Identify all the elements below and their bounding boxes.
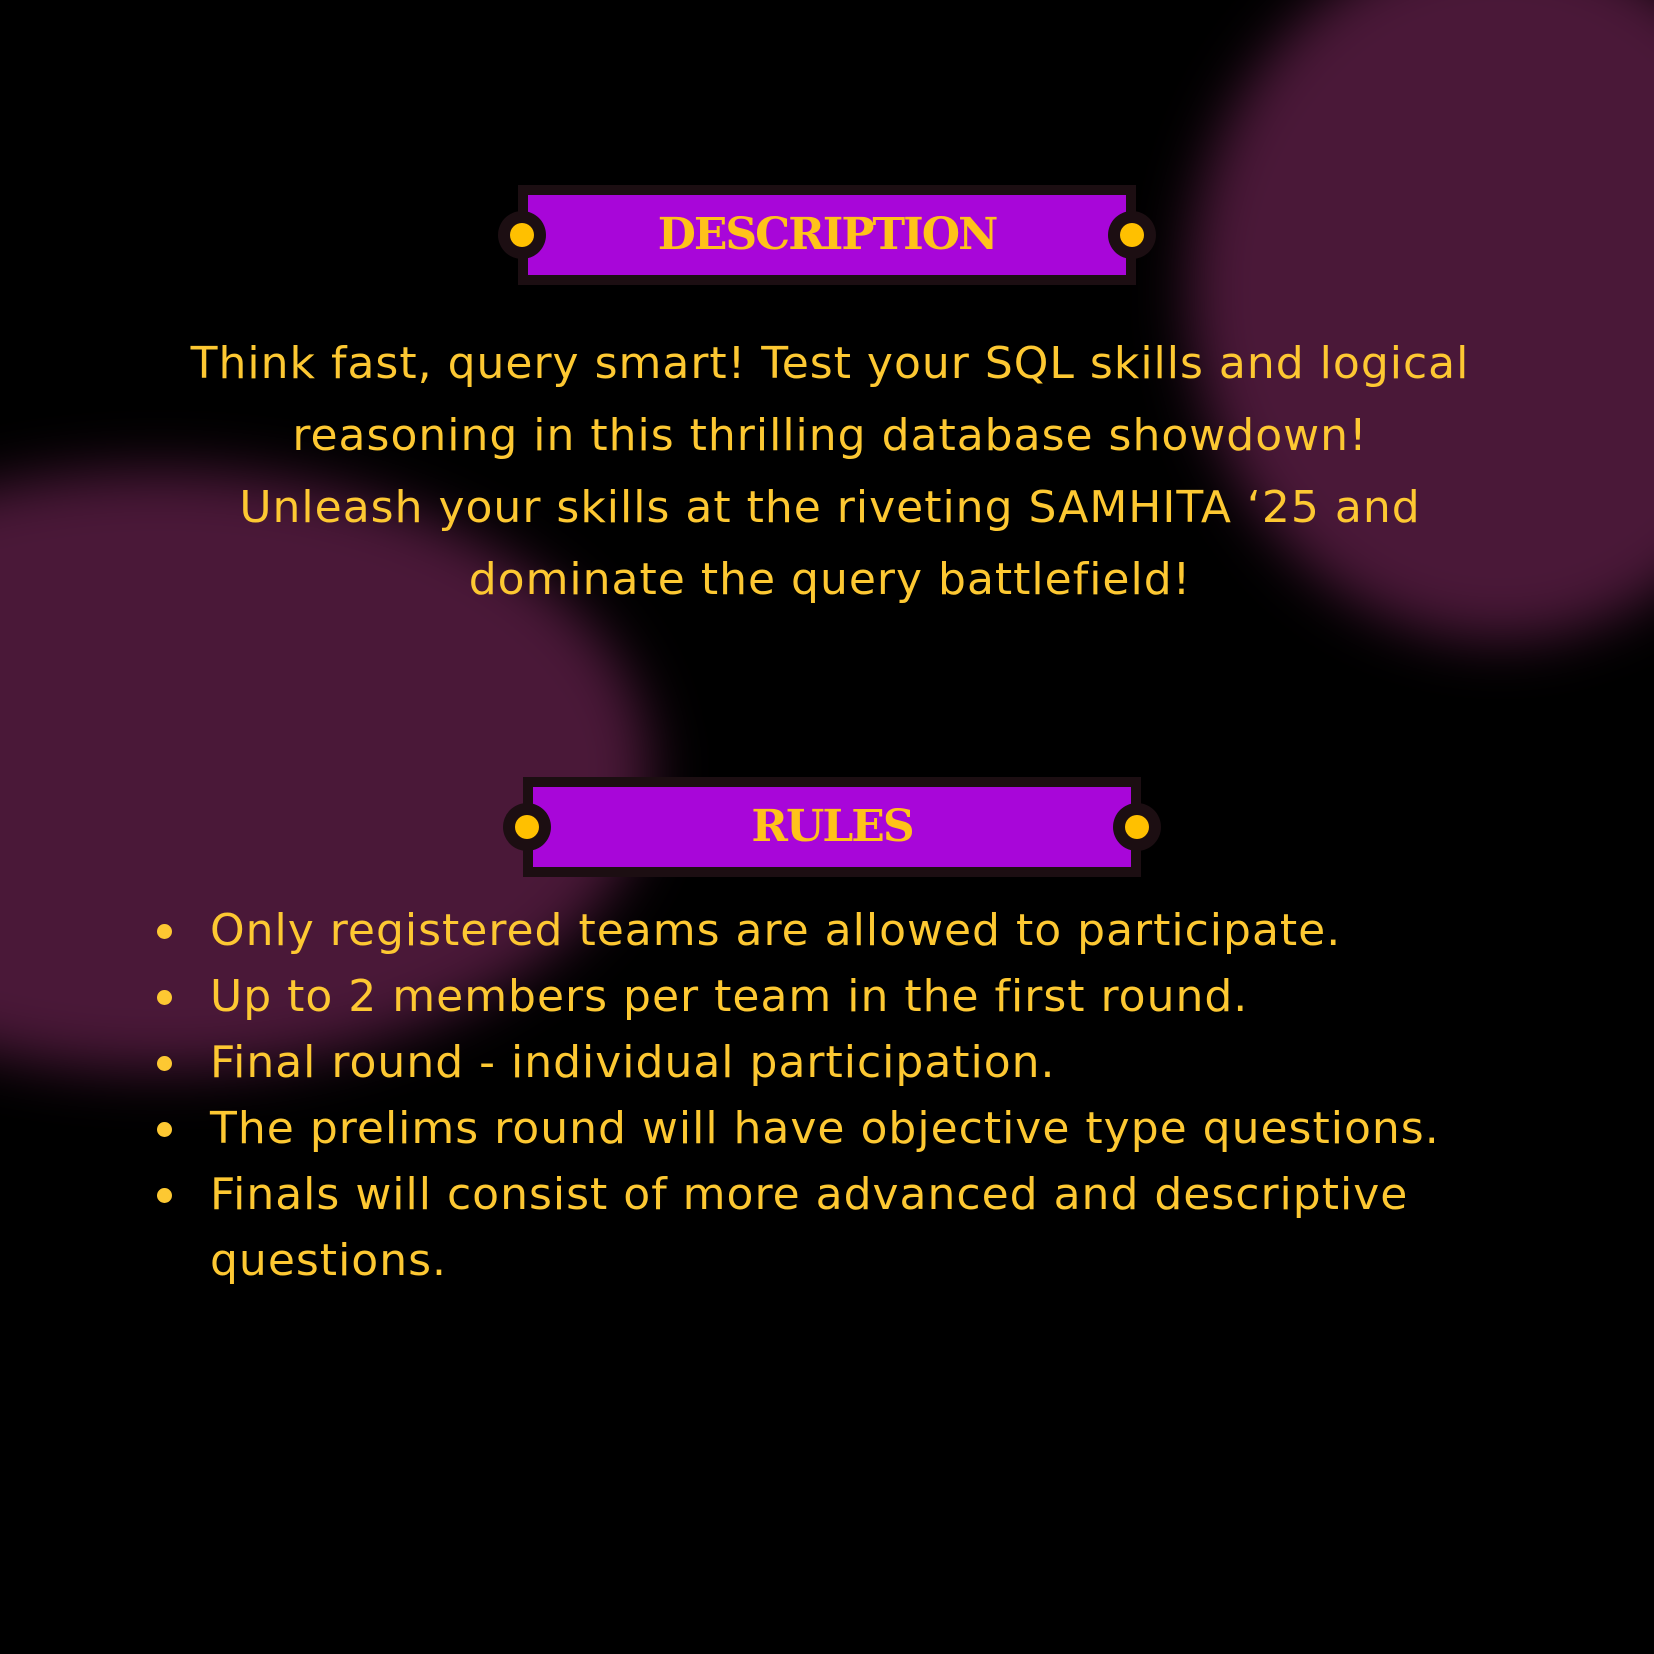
rivet-icon — [498, 211, 546, 259]
bullet-icon — [157, 1056, 172, 1071]
description-line: Think fast, query smart! Test your SQL s… — [190, 338, 1470, 389]
rule-text: Up to 2 members per team in the first ro… — [210, 971, 1249, 1022]
rule-item: Up to 2 members per team in the first ro… — [150, 964, 1570, 1030]
rule-text: Only registered teams are allowed to par… — [210, 905, 1342, 956]
bullet-icon — [157, 1188, 172, 1203]
description-line: dominate the query battlefield! — [468, 554, 1192, 605]
rule-text: Finals will consist of more advanced and… — [210, 1169, 1409, 1286]
description-line: reasoning in this thrilling database sho… — [292, 410, 1368, 461]
rules-list: Only registered teams are allowed to par… — [150, 898, 1570, 1294]
description-heading: DESCRIPTION — [657, 209, 999, 260]
bullet-icon — [157, 990, 172, 1005]
description-line: Unleash your skills at the riveting SAMH… — [239, 482, 1421, 533]
bullet-icon — [157, 1122, 172, 1137]
rivet-icon — [503, 803, 551, 851]
rule-item: Only registered teams are allowed to par… — [150, 898, 1570, 964]
rule-text: Final round - individual participation. — [210, 1037, 1056, 1088]
rules-banner: RULES — [503, 777, 1161, 877]
rule-text: The prelims round will have objective ty… — [210, 1103, 1440, 1154]
rule-item: The prelims round will have objective ty… — [150, 1096, 1570, 1162]
description-text: Think fast, query smart! Test your SQL s… — [90, 328, 1570, 616]
rule-item: Final round - individual participation. — [150, 1030, 1570, 1096]
rivet-icon — [1113, 803, 1161, 851]
description-banner: DESCRIPTION — [498, 185, 1156, 285]
event-poster: DESCRIPTION Think fast, query smart! Tes… — [0, 0, 1654, 1654]
rule-item: Finals will consist of more advanced and… — [150, 1162, 1570, 1294]
rules-heading: RULES — [751, 801, 914, 852]
bullet-icon — [157, 924, 172, 939]
rivet-icon — [1108, 211, 1156, 259]
